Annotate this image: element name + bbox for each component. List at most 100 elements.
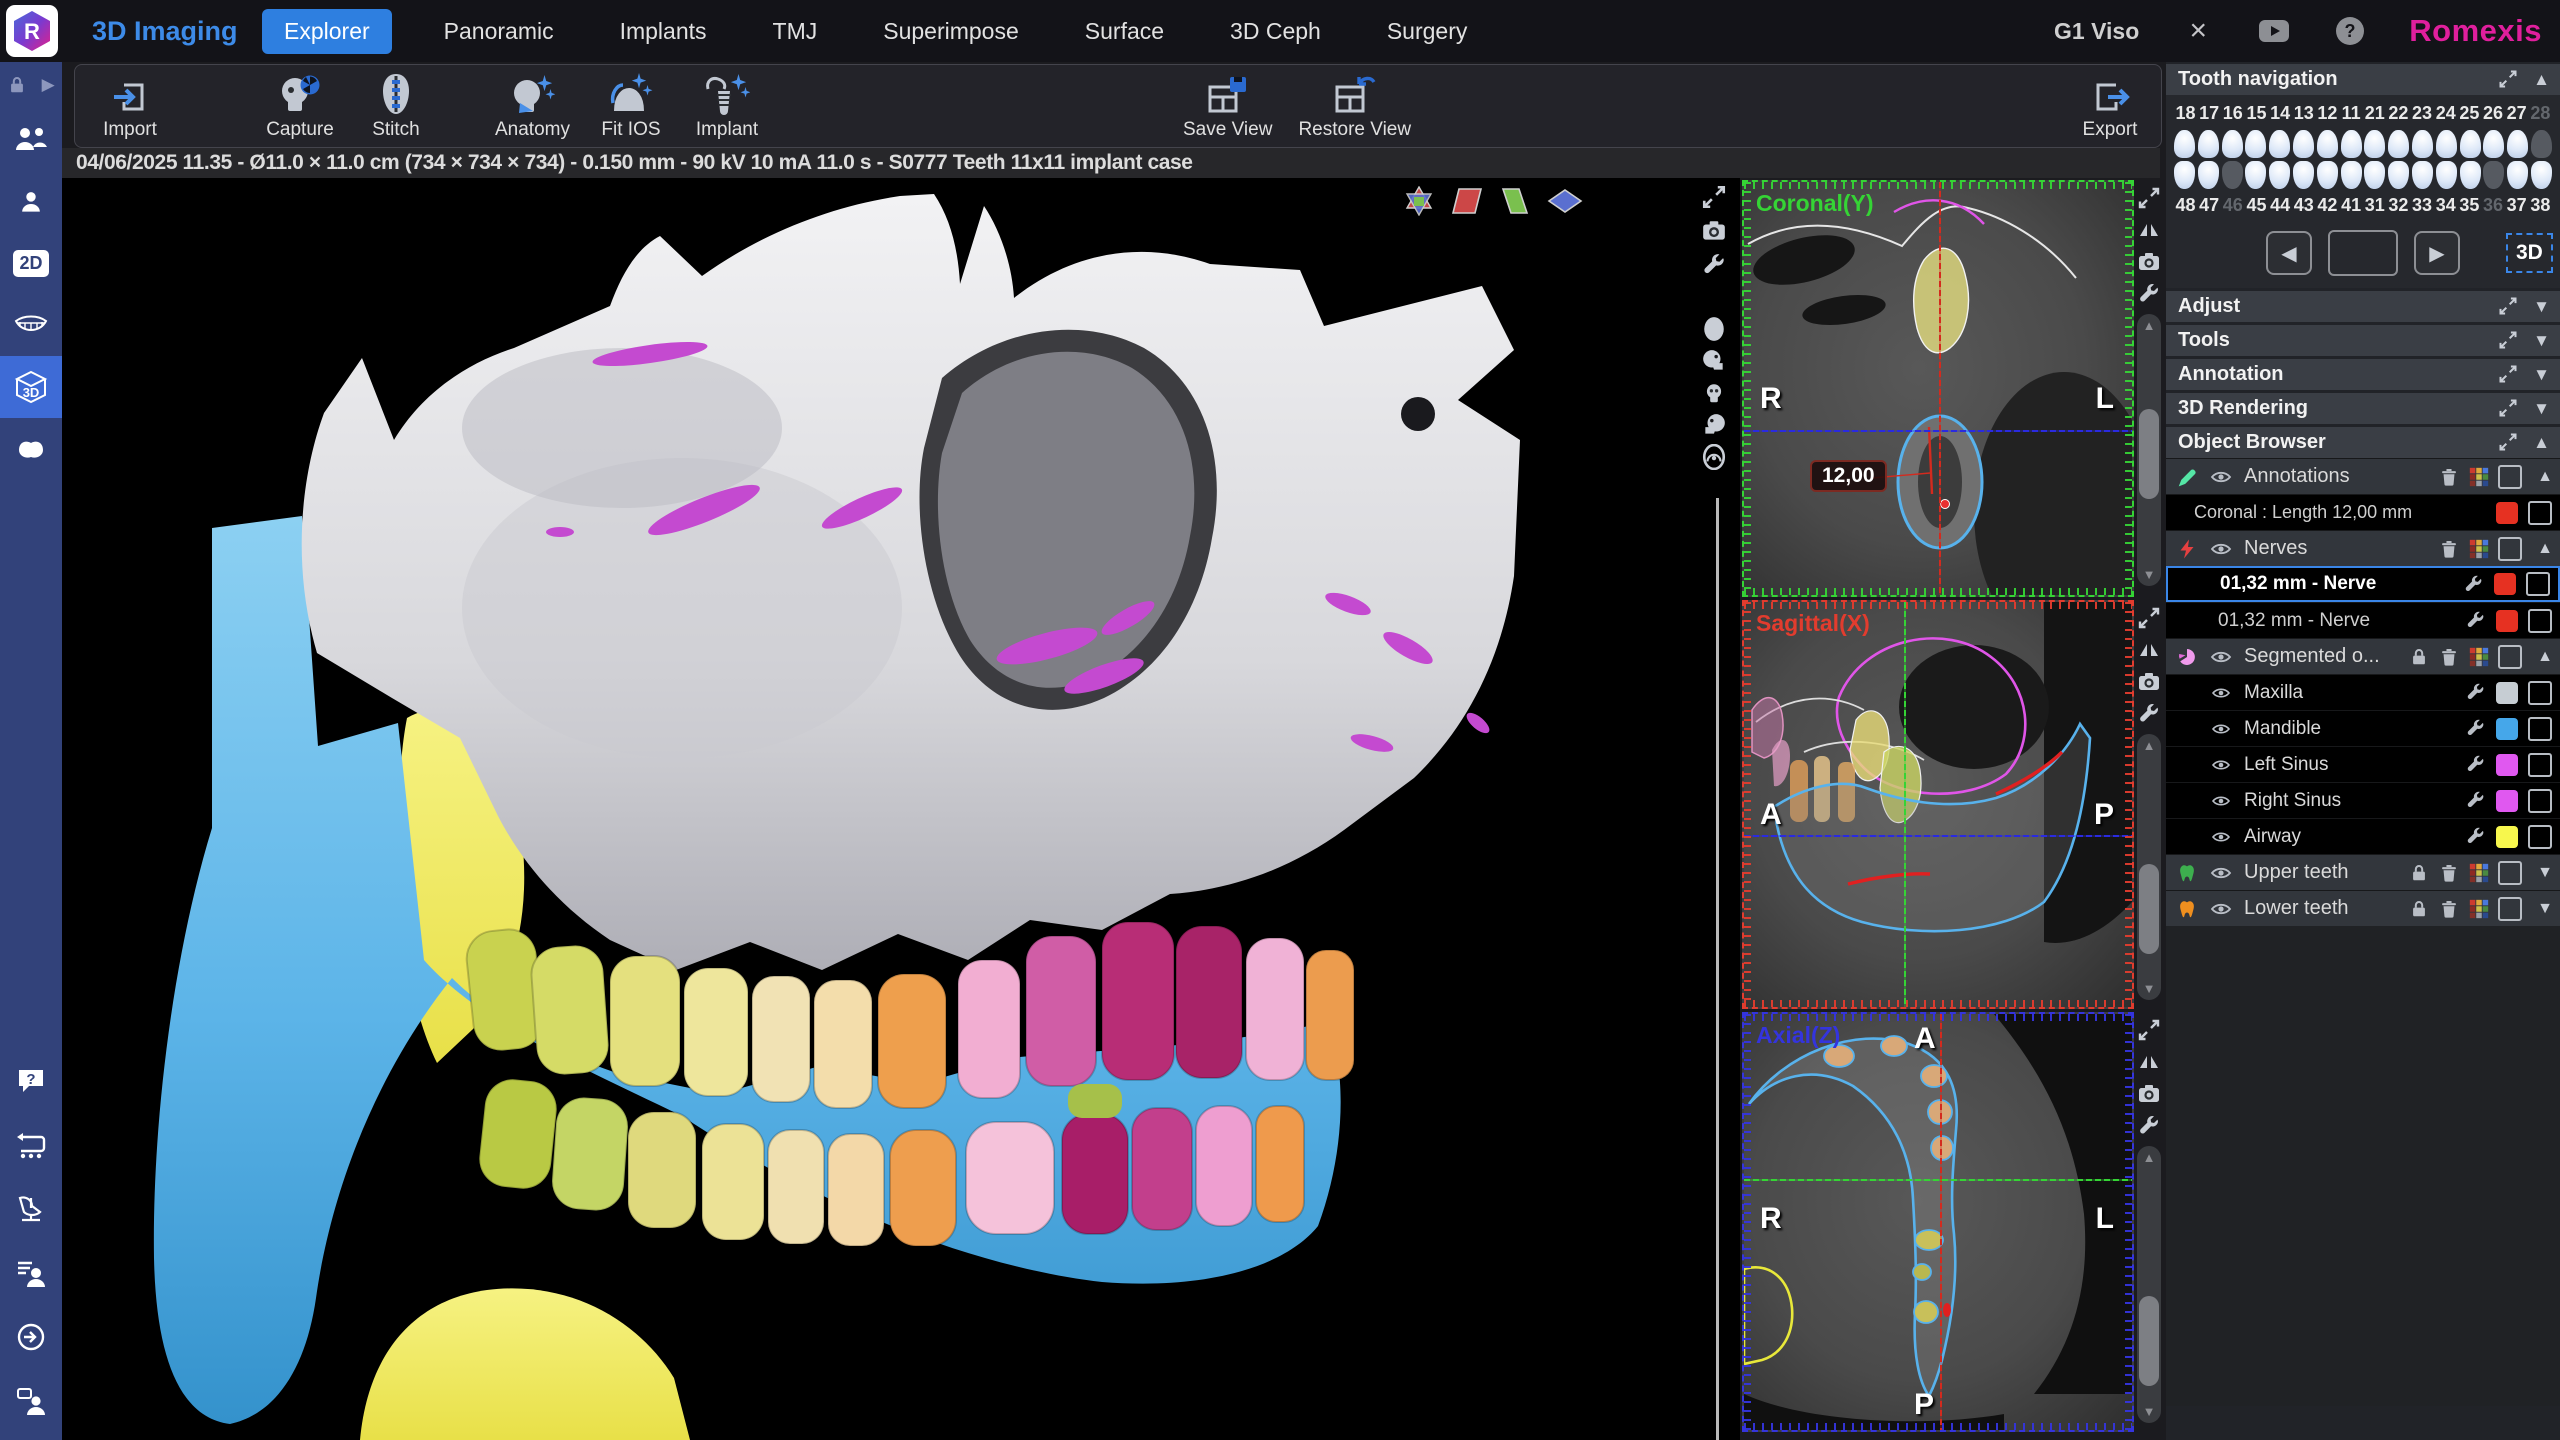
object-group-segmented[interactable]: Segmented o... ▲ [2166,638,2560,674]
axial-expand-icon[interactable] [2137,1018,2161,1042]
mandible-wrench-icon[interactable] [2460,718,2490,739]
sidebar-item-3d-imaging[interactable]: 3D [0,356,62,418]
tooth-icon-48[interactable] [2174,161,2195,189]
sidebar-item-help[interactable]: ? [0,1050,62,1112]
segment-row-maxilla[interactable]: Maxilla [2166,674,2560,710]
tooth-icon-15[interactable] [2245,130,2266,158]
panel-annotation[interactable]: Annotation ▼ [2166,359,2560,390]
coronal-expand-icon[interactable] [2137,186,2161,210]
tooth-icon-23[interactable] [2412,130,2433,158]
annotation-color-swatch[interactable] [2496,502,2518,524]
import-button[interactable]: Import [95,71,165,141]
panel-adjust[interactable]: Adjust ▼ [2166,291,2560,322]
all-planes-icon[interactable] [1402,186,1436,216]
nerves-collapse-icon[interactable]: ▲ [2530,540,2560,558]
measurement-label[interactable]: 12,00 [1810,460,1887,492]
sidebar-item-2d-imaging[interactable]: 2D [0,232,62,294]
expand-3d-view-icon[interactable] [1701,184,1727,210]
segmented-collapse-icon[interactable]: ▲ [2530,648,2560,666]
nerve-checkbox[interactable] [2528,609,2552,633]
sagittal-crosshair-horizontal[interactable] [1744,835,2132,837]
tooth-icon-17[interactable] [2198,130,2219,158]
save-view-button[interactable]: Save View [1183,71,1272,141]
axial-crosshair-horizontal[interactable] [1744,1179,2132,1181]
left-sinus-wrench-icon[interactable] [2460,754,2490,775]
panel-object-browser[interactable]: Object Browser ▲ [2166,427,2560,458]
tab-implants[interactable]: Implants [606,9,721,54]
nerve-color-swatch[interactable] [2496,610,2518,632]
tooth-icon-27[interactable] [2507,130,2528,158]
tooth-icon-38[interactable] [2531,161,2552,189]
segmented-checkbox[interactable] [2498,645,2522,669]
annotations-checkbox[interactable] [2498,465,2522,489]
axial-crosshair-vertical[interactable] [1940,1014,1942,1430]
right-sinus-wrench-icon[interactable] [2460,790,2490,811]
sidebar-item-login[interactable] [0,1306,62,1368]
export-button[interactable]: Export [2075,71,2145,141]
tab-explorer[interactable]: Explorer [262,9,392,54]
tooth-icon-21[interactable] [2364,130,2385,158]
maxilla-visibility-icon[interactable] [2206,685,2236,701]
tooth-icon-43[interactable] [2293,161,2314,189]
close-icon[interactable]: × [2181,14,2215,48]
lower-teeth-collapse-icon[interactable]: ▼ [2530,900,2560,918]
upper-teeth-checkbox[interactable] [2498,861,2522,885]
segmented-visibility-icon[interactable] [2206,648,2236,666]
object-group-annotations[interactable]: Annotations ▲ [2166,458,2560,494]
tooth-icon-25[interactable] [2460,130,2481,158]
left-sinus-visibility-icon[interactable] [2206,757,2236,773]
nerve-edit-wrench-icon[interactable] [2458,574,2488,595]
tooth-icon-44[interactable] [2269,161,2290,189]
tooth-icon-14[interactable] [2269,130,2290,158]
snapshot-3d-icon[interactable] [1701,218,1727,244]
sidebar-item-smile[interactable] [0,294,62,356]
segmented-delete-icon[interactable] [2434,646,2464,667]
sagittal-snapshot-icon[interactable] [2137,670,2161,694]
nerves-checkbox[interactable] [2498,537,2522,561]
adjust-collapse-icon[interactable]: ▼ [2533,297,2550,317]
adjust-expand-icon[interactable] [2498,296,2518,316]
sagittal-settings-icon[interactable] [2137,702,2161,726]
tooth-icon-22[interactable] [2388,130,2409,158]
lower-teeth-delete-icon[interactable] [2434,898,2464,919]
tooth-number-field[interactable] [2328,230,2398,276]
tooth-icon-35[interactable] [2460,161,2481,189]
axial-snapshot-icon[interactable] [2137,1082,2161,1106]
object-browser-expand-icon[interactable] [2498,432,2518,452]
sidebar-item-patient[interactable] [0,170,62,232]
tooth-icon-28[interactable] [2531,130,2552,158]
implant-button[interactable]: Implant [692,71,762,141]
tab-superimpose[interactable]: Superimpose [869,9,1033,54]
coronal-slice-scrollbar[interactable]: ▲▼ [2137,314,2161,586]
panel-tools[interactable]: Tools ▼ [2166,325,2560,356]
nerve-item-row-selected[interactable]: 01,32 mm - Nerve [2166,566,2560,602]
tooth-icon-16[interactable] [2222,130,2243,158]
panel-3d-rendering[interactable]: 3D Rendering ▼ [2166,393,2560,424]
view-right-profile-icon[interactable] [1701,349,1727,373]
airway-visibility-icon[interactable] [2206,829,2236,845]
stitch-button[interactable]: Stitch [361,71,431,141]
view-front-icon[interactable] [1702,316,1726,342]
video-help-icon[interactable] [2257,14,2291,48]
tooth-icon-36[interactable] [2483,161,2504,189]
coronal-crosshair-vertical[interactable] [1939,182,1941,595]
annotation-checkbox[interactable] [2528,501,2552,525]
annotations-palette-icon[interactable] [2464,466,2494,488]
segment-row-right-sinus[interactable]: Right Sinus [2166,782,2560,818]
3d-skull-render[interactable] [62,178,1740,1440]
airway-color-swatch[interactable] [2496,826,2518,848]
segment-row-airway[interactable]: Airway [2166,818,2560,854]
tab-surgery[interactable]: Surgery [1373,9,1482,54]
object-group-upper-teeth[interactable]: Upper teeth ▼ [2166,854,2560,890]
axial-view[interactable]: Axial(Z) A R L P [1742,1012,2134,1432]
view-face-icon[interactable] [1702,380,1726,406]
segmented-lock-icon[interactable] [2404,647,2434,667]
coronal-view[interactable]: Coronal(Y) R L 12,00 [1742,180,2134,597]
sagittal-expand-icon[interactable] [2137,606,2161,630]
tab-surface[interactable]: Surface [1071,9,1178,54]
tooth-icon-47[interactable] [2198,161,2219,189]
lower-teeth-visibility-icon[interactable] [2206,900,2236,918]
expand-sidebar-icon[interactable]: ▶ [42,75,55,95]
coronal-flip-icon[interactable] [2137,218,2161,242]
tooth-icon-13[interactable] [2293,130,2314,158]
